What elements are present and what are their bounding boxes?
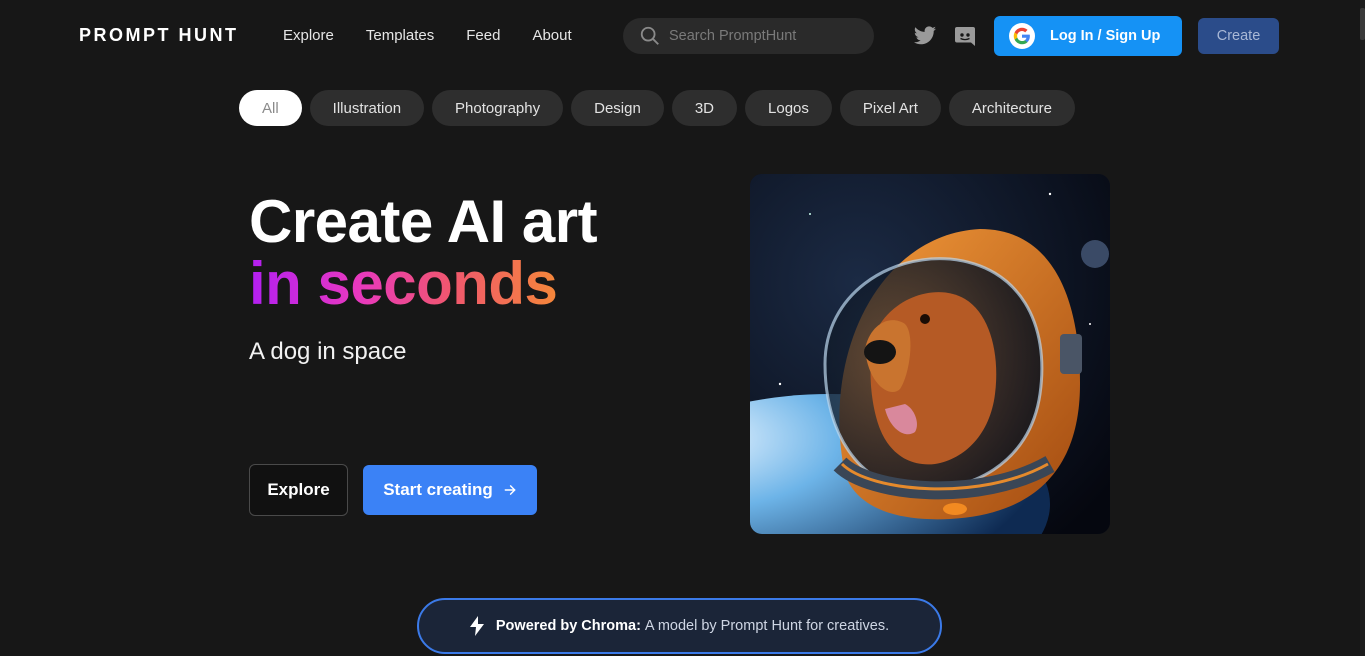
chip-photography[interactable]: Photography bbox=[432, 90, 564, 126]
powered-by-label: Powered by Chroma: bbox=[495, 618, 641, 634]
nav-about[interactable]: About bbox=[532, 27, 571, 44]
search-bar[interactable] bbox=[623, 18, 874, 54]
discord-icon[interactable] bbox=[953, 24, 977, 48]
google-icon bbox=[1009, 23, 1035, 49]
arrow-right-icon bbox=[504, 485, 516, 495]
top-header: PROMPT HUNT Explore Templates Feed About bbox=[0, 0, 1365, 72]
hero-artwork-image bbox=[750, 174, 1110, 534]
twitter-icon[interactable] bbox=[913, 24, 937, 48]
login-label: Log In / Sign Up bbox=[1050, 28, 1161, 44]
chip-design[interactable]: Design bbox=[571, 90, 664, 126]
prompt-hunt-logo[interactable]: PROMPT HUNT bbox=[79, 25, 239, 46]
start-creating-label: Start creating bbox=[383, 480, 493, 499]
search-input[interactable] bbox=[669, 28, 859, 44]
search-icon bbox=[640, 26, 659, 45]
chip-architecture[interactable]: Architecture bbox=[948, 90, 1075, 126]
chip-illustration[interactable]: Illustration bbox=[309, 90, 425, 126]
nav-explore[interactable]: Explore bbox=[283, 27, 334, 44]
chip-logos[interactable]: Logos bbox=[745, 90, 832, 126]
chip-pixel-art[interactable]: Pixel Art bbox=[839, 90, 941, 126]
nav-templates[interactable]: Templates bbox=[366, 27, 434, 44]
dog-astronaut-illustration bbox=[750, 174, 1110, 534]
create-button[interactable]: Create bbox=[1198, 18, 1279, 54]
category-chips: All Illustration Photography Design 3D L… bbox=[239, 90, 1075, 126]
explore-button[interactable]: Explore bbox=[249, 464, 348, 516]
lightning-icon bbox=[469, 616, 484, 636]
powered-by-chroma-banner[interactable]: Powered by Chroma: A model by Prompt Hun… bbox=[417, 598, 942, 654]
hero-title-gradient: in seconds bbox=[249, 250, 558, 317]
hero-prompt-text: A dog in space bbox=[249, 338, 407, 365]
hero-title: Create AI art bbox=[249, 188, 598, 255]
chip-3d[interactable]: 3D bbox=[671, 90, 738, 126]
login-signup-button[interactable]: Log In / Sign Up bbox=[994, 16, 1182, 56]
page-scrollbar[interactable] bbox=[1360, 0, 1365, 656]
powered-by-text: A model by Prompt Hunt for creatives. bbox=[644, 618, 890, 634]
scrollbar-thumb[interactable] bbox=[1360, 8, 1365, 40]
start-creating-button[interactable]: Start creating bbox=[363, 465, 537, 515]
chip-all[interactable]: All bbox=[239, 90, 302, 126]
nav-feed[interactable]: Feed bbox=[466, 27, 500, 44]
main-nav: Explore Templates Feed About bbox=[283, 27, 604, 44]
